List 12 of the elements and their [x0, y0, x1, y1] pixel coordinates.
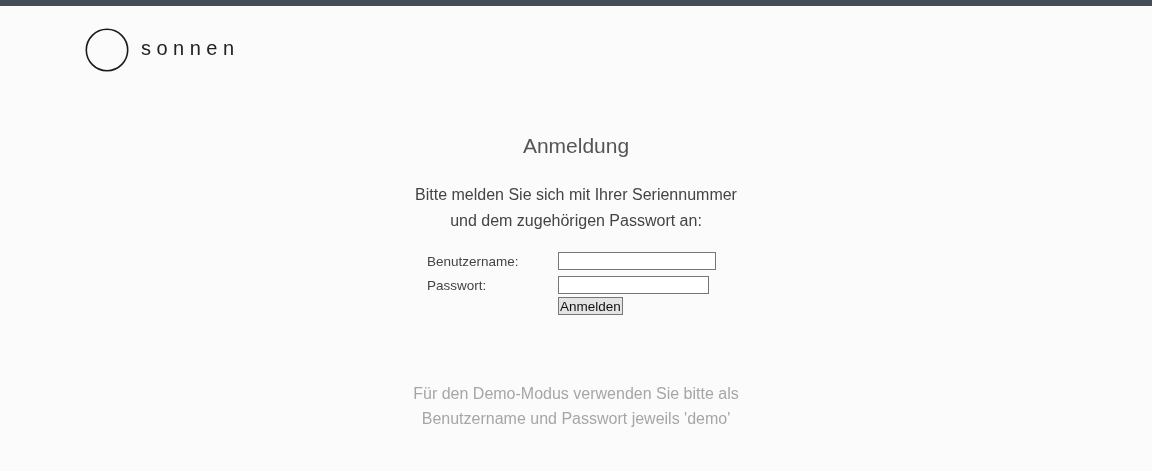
page-title: Anmeldung [522, 134, 630, 158]
instruction-text: und dem zugehörigen Passwort an: [449, 211, 703, 231]
field-label: Passwort: [427, 277, 488, 293]
username-field[interactable] [558, 252, 716, 270]
demo-note: Benutzername und Passwort jeweils 'demo' [420, 409, 732, 429]
demo-note: Für den Demo-Modus verwenden Sie bitte als [413, 384, 739, 404]
password-field[interactable] [558, 276, 709, 294]
instruction-text: Bitte melden Sie sich mit Ihrer Seriennummer [415, 185, 737, 205]
logo[interactable]: sonnen [85, 28, 240, 72]
circle-icon [85, 28, 129, 72]
login-button[interactable]: Anmelden [558, 297, 623, 315]
field-label: Benutzername: [427, 253, 520, 269]
